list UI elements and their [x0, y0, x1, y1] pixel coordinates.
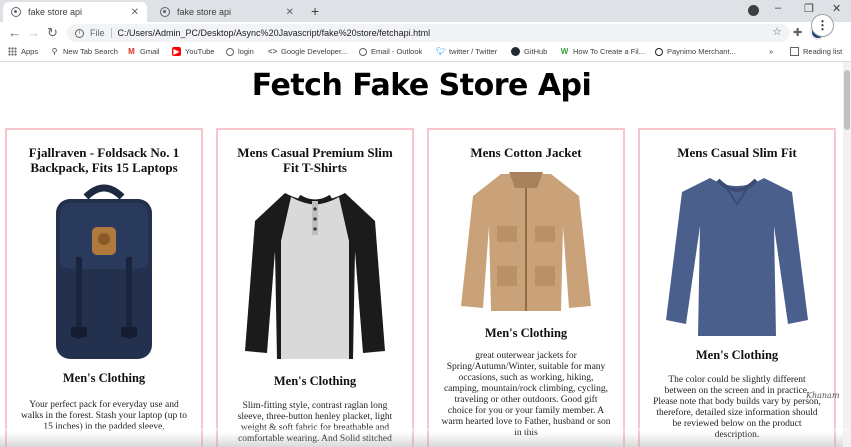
bookmark-label: twitter / Twitter	[449, 47, 498, 56]
close-window-button[interactable]: ✕	[832, 2, 841, 15]
reading-list-icon	[790, 47, 799, 56]
url-text[interactable]: C:/Users/Admin_PC/Desktop/Async%20Javasc…	[118, 28, 431, 38]
bookmark-github[interactable]: GitHub	[511, 47, 547, 56]
forward-button[interactable]: →	[27, 25, 40, 40]
reading-list-button[interactable]: Reading list	[790, 47, 842, 56]
product-category: Men's Clothing	[62, 371, 146, 385]
bookmark-label: Email - Outlook	[371, 47, 423, 56]
tab-fake-store-api-1[interactable]: fake store api ✕	[3, 2, 147, 22]
vertical-scrollbar[interactable]	[843, 62, 851, 447]
product-category: Men's Clothing	[273, 374, 357, 388]
info-icon[interactable]: i	[75, 28, 84, 38]
bookmark-new-tab-search[interactable]: ⚲ New Tab Search	[50, 47, 118, 56]
product-title: Mens Casual Slim Fit	[677, 145, 797, 160]
bookmark-label: Gmail	[140, 47, 160, 56]
product-title: Mens Casual Premium Slim Fit T-Shirts	[237, 145, 393, 175]
product-title: Mens Cotton Jacket	[470, 145, 582, 160]
long-sleeve-shirt-image	[666, 178, 808, 336]
bookmark-gmail[interactable]: M Gmail	[127, 47, 160, 56]
bookmark-label: New Tab Search	[63, 47, 118, 56]
tshirt-image	[245, 193, 385, 359]
bookmark-apps[interactable]: Apps	[8, 47, 38, 56]
product-card: Mens Casual Premium Slim Fit T-Shirts Me…	[216, 128, 414, 447]
tab-strip: fake store api ✕ fake store api ✕ + – ❐ …	[0, 0, 851, 22]
w-icon: W	[560, 47, 569, 56]
watermark-signature: Khanam	[806, 391, 840, 400]
globe-icon	[226, 47, 234, 56]
new-tab-button[interactable]: +	[311, 3, 319, 19]
product-card: Mens Cotton Jacket Men's Clothing great …	[427, 128, 625, 447]
product-category: Men's Clothing	[695, 348, 779, 362]
page-title: Fetch Fake Store Api	[251, 68, 592, 103]
tab-search-icon[interactable]	[748, 5, 759, 16]
product-description: great outerwear jackets for Spring/Autum…	[441, 351, 611, 438]
search-icon: ⚲	[51, 47, 58, 56]
page-viewport: Fetch Fake Store Api Fjallraven - Foldsa…	[0, 62, 843, 447]
youtube-icon: ▶	[172, 47, 181, 56]
product-card: Fjallraven - Foldsack No. 1 Backpack, Fi…	[5, 128, 203, 447]
bookmark-label: GitHub	[524, 47, 548, 56]
browser-toolbar: ← → ↻ i File C:/Users/Admin_PC/Desktop/A…	[0, 22, 851, 44]
globe-icon	[11, 7, 21, 17]
product-title: Fjallraven - Foldsack No. 1 Backpack, Fi…	[28, 145, 180, 175]
gmail-icon: M	[128, 47, 135, 56]
bookmark-label: How To Create a Fil...	[573, 47, 645, 56]
bookmarks-bar: Apps ⚲ New Tab Search M Gmail ▶ YouTube …	[0, 44, 851, 62]
scrollbar-thumb[interactable]	[844, 70, 850, 130]
bookmarks-more-button[interactable]: »	[769, 47, 773, 56]
bookmark-google-developer[interactable]: <> Google Developer...	[268, 47, 347, 56]
address-bar[interactable]: i File C:/Users/Admin_PC/Desktop/Async%2…	[67, 24, 790, 42]
reload-button[interactable]: ↻	[47, 25, 58, 41]
close-icon[interactable]: ✕	[286, 7, 294, 18]
extensions-puzzle-icon[interactable]: ✚	[793, 26, 802, 39]
github-icon	[511, 47, 520, 56]
bookmark-email-outlook[interactable]: Email - Outlook	[359, 47, 422, 56]
jacket-image	[461, 172, 591, 311]
minimize-button[interactable]: –	[775, 2, 781, 14]
bookmark-label: Paynimo Merchant...	[667, 47, 736, 56]
maximize-button[interactable]: ❐	[804, 2, 814, 15]
browser-menu-button[interactable]: ⋮	[811, 14, 834, 37]
file-label: File	[90, 28, 105, 38]
apps-grid-icon	[8, 47, 17, 56]
bookmark-label: login	[238, 47, 254, 56]
video-fade-overlay	[0, 432, 843, 447]
twitter-icon: 🐦︎	[436, 47, 447, 56]
chevron-double-right-icon: »	[769, 47, 774, 56]
bookmark-label: Google Developer...	[281, 47, 348, 56]
globe-icon	[359, 47, 367, 56]
code-icon: <>	[268, 47, 278, 56]
video-progress-track[interactable]	[0, 428, 851, 431]
tab-fake-store-api-2[interactable]: fake store api ✕	[152, 2, 302, 22]
bookmark-login[interactable]: login	[226, 47, 254, 56]
globe-icon	[160, 7, 170, 17]
divider	[110, 28, 112, 38]
bookmark-how-to-create[interactable]: W How To Create a Fil...	[560, 47, 645, 56]
bookmark-label: Apps	[21, 47, 39, 56]
back-button[interactable]: ←	[8, 25, 21, 40]
reading-list-label: Reading list	[803, 47, 843, 56]
bookmark-youtube[interactable]: ▶ YouTube	[172, 47, 214, 56]
product-category: Men's Clothing	[484, 326, 568, 340]
tab-title: fake store api	[28, 7, 83, 17]
bookmark-label: YouTube	[185, 47, 215, 56]
bookmark-star-icon[interactable]: ☆	[772, 25, 782, 38]
tab-title: fake store api	[177, 7, 232, 17]
close-icon[interactable]: ✕	[131, 7, 139, 18]
bookmark-paynimo[interactable]: Paynimo Merchant...	[655, 47, 736, 56]
backpack-image	[56, 184, 152, 359]
bookmark-twitter[interactable]: 🐦︎ twitter / Twitter	[436, 47, 497, 56]
circle-icon	[655, 47, 663, 56]
